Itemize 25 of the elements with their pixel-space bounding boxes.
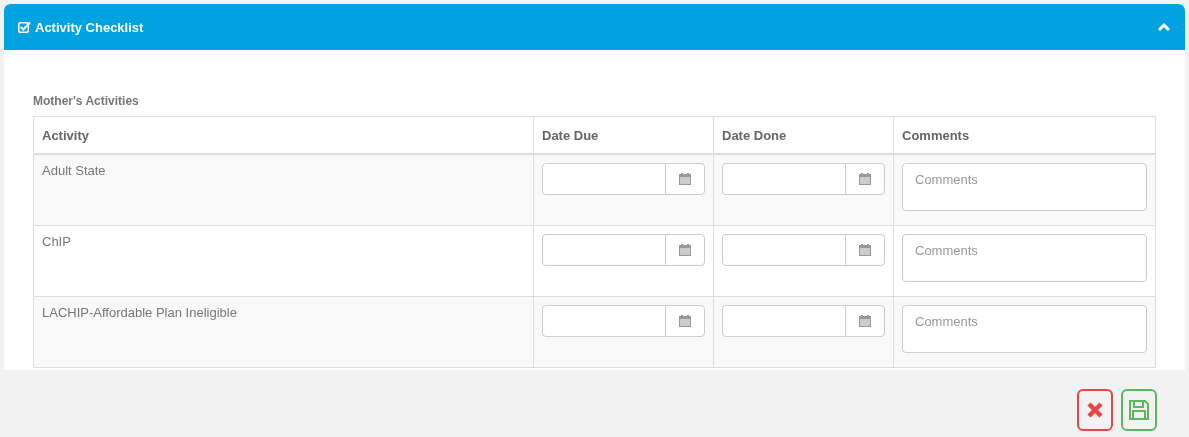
save-button[interactable]: [1121, 389, 1157, 431]
date-field[interactable]: [542, 234, 705, 266]
activity-cell: ChIP: [42, 234, 71, 249]
comments-field[interactable]: Comments: [902, 234, 1147, 282]
panel-title: Activity Checklist: [35, 19, 144, 35]
calendar-icon: [859, 173, 871, 185]
cancel-button[interactable]: [1077, 389, 1113, 431]
activity-cell: Adult State: [42, 163, 106, 178]
section-title: Mother's Activities: [33, 94, 140, 108]
calendar-icon: [679, 173, 691, 185]
activity-cell: LACHIP-Affordable Plan Ineligible: [42, 305, 237, 320]
date-field[interactable]: [722, 305, 885, 337]
calendar-icon: [859, 315, 871, 327]
comments-field[interactable]: Comments: [902, 163, 1147, 211]
close-icon: [1086, 401, 1104, 419]
checkbox-icon: [18, 21, 31, 33]
date-field[interactable]: [542, 305, 705, 337]
comments-field[interactable]: Comments: [902, 305, 1147, 353]
calendar-icon: [679, 244, 691, 256]
date-field[interactable]: [542, 163, 705, 195]
calendar-icon: [859, 244, 871, 256]
chevron-icon[interactable]: [1157, 20, 1171, 34]
date-field[interactable]: [722, 234, 885, 266]
calendar-icon: [679, 315, 691, 327]
date-field[interactable]: [722, 163, 885, 195]
